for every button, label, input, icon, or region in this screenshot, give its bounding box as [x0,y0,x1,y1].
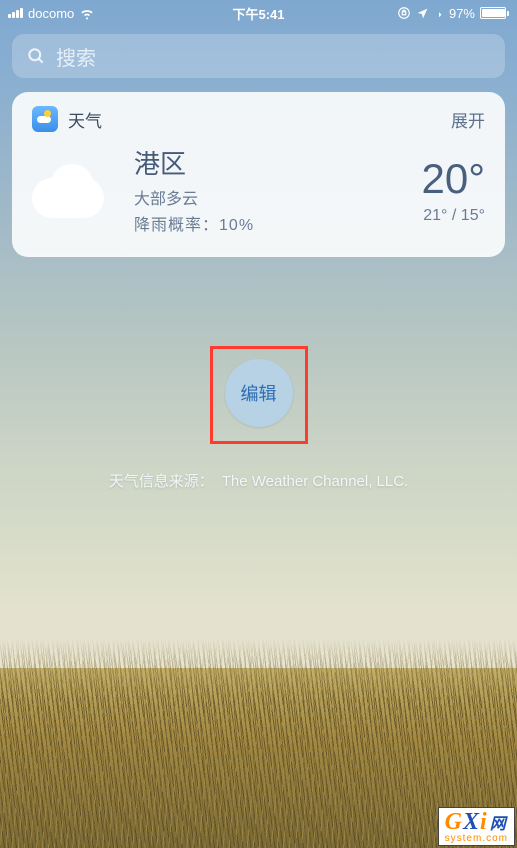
search-icon [26,46,46,66]
temp-range: 21° / 15° [421,207,485,225]
carrier-label: docomo [28,6,74,21]
battery-percent: 97% [449,6,475,21]
bluetooth-icon [434,6,444,20]
location-block: 港区 大部多云 降雨概率：10% [134,144,403,235]
widget-header: 天气 展开 [32,106,485,144]
temp-low: 15° [461,207,485,224]
attribution-label: 天气信息来源： [109,473,214,490]
watermark-domain: system.com [445,834,508,844]
condition-text: 大部多云 [134,185,403,209]
search-field[interactable]: 搜索 [12,34,505,78]
rain-value: 10% [219,217,254,234]
edit-highlight: 编辑 [210,346,308,444]
wifi-icon [79,5,95,21]
signal-icon [8,8,23,18]
weather-widget[interactable]: 天气 展开 港区 大部多云 降雨概率：10% 20° 21° / 15° [12,92,505,257]
temp-now: 20° [421,155,485,203]
weather-attribution: 天气信息来源： The Weather Channel, LLC. [0,470,517,491]
expand-button[interactable]: 展开 [451,107,485,132]
cloud-icon [26,158,116,222]
temperature-block: 20° 21° / 15° [421,155,485,225]
status-bar: docomo 下午5:41 97% [0,0,517,24]
widget-body: 港区 大部多云 降雨概率：10% 20° 21° / 15° [32,144,485,235]
edit-label: 编辑 [241,380,277,406]
search-placeholder: 搜索 [56,42,96,71]
location-icon [416,7,429,20]
watermark: GXi网 system.com [438,807,515,846]
edit-button[interactable]: 编辑 [225,359,293,427]
rain-label: 降雨概率： [134,217,219,234]
status-time: 下午5:41 [232,4,284,23]
attribution-source: The Weather Channel, LLC. [222,473,409,490]
annotation-box: 编辑 [210,346,308,444]
battery-icon [480,7,509,19]
rain-text: 降雨概率：10% [134,211,403,235]
widget-title: 天气 [68,107,441,132]
location-name: 港区 [134,144,403,181]
today-view-screen: docomo 下午5:41 97% 搜索 天气 展开 港区 大 [0,0,517,848]
weather-app-icon [32,106,58,132]
orientation-lock-icon [397,6,411,20]
temp-high: 21° [423,207,447,224]
